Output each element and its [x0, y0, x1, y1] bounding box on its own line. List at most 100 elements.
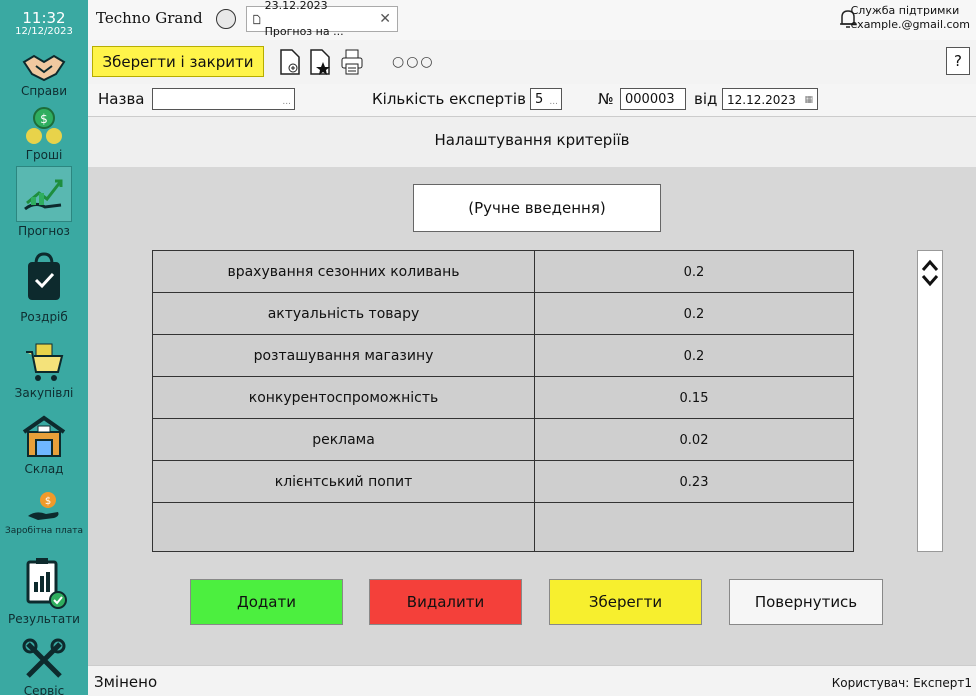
tools-icon	[22, 638, 66, 678]
status-bar: Змінено Користувач: Експерт1	[88, 665, 976, 696]
sidebar-item-purchases[interactable]: Закупівлі	[0, 340, 88, 400]
criteria-table: врахування сезонних коливань 0.2 актуаль…	[152, 250, 854, 552]
money-icon: $	[26, 107, 62, 144]
sidebar-item-warehouse[interactable]: Склад	[0, 412, 88, 476]
document-header-form: Назва ... Кількість експертів 5 ... № 00…	[88, 84, 976, 117]
sidebar-item-label: Прогноз	[18, 224, 70, 238]
criterion-weight-cell[interactable]	[535, 503, 853, 551]
sidebar: 11:32 12/12/2023 Справи $ Гроші Прогноз …	[0, 0, 88, 695]
sidebar-item-results[interactable]: Результати	[0, 556, 88, 626]
sidebar-item-money[interactable]: $ Гроші	[0, 106, 88, 162]
status-text: Змінено	[94, 673, 158, 691]
sidebar-item-salary[interactable]: $ Заробітна плата	[0, 490, 88, 536]
sidebar-item-label: Склад	[24, 462, 64, 476]
name-field[interactable]: ...	[152, 88, 295, 110]
svg-text:$: $	[45, 496, 51, 507]
experts-count-field[interactable]: 5 ...	[530, 88, 562, 110]
document-icon	[253, 14, 261, 24]
active-indicator	[16, 166, 72, 222]
close-icon[interactable]: ✕	[379, 6, 391, 32]
sidebar-item-service[interactable]: Сервіс	[0, 636, 88, 695]
chevron-up-icon[interactable]	[920, 257, 940, 273]
criterion-name-cell[interactable]: реклама	[153, 419, 535, 461]
add-button[interactable]: Додати	[190, 579, 343, 625]
chevron-down-icon[interactable]	[920, 273, 940, 289]
more-options-icon[interactable]: ○○○	[392, 54, 435, 70]
document-tab[interactable]: 23.12.2023 Прогноз на ... ✕	[246, 0, 398, 38]
support-title: Служба підтримки	[850, 4, 960, 17]
monitor-icon	[216, 9, 236, 29]
svg-text:$: $	[40, 112, 48, 126]
criterion-name-cell[interactable]: конкурентоспроможність	[153, 377, 535, 419]
clock-time: 11:32	[22, 9, 66, 27]
date-from-label: від	[694, 90, 718, 108]
criterion-weight-cell[interactable]: 0.02	[535, 419, 853, 461]
sidebar-item-label: Справи	[20, 84, 68, 98]
cart-icon	[26, 343, 64, 381]
support-email: example.@gmail.com	[850, 18, 970, 31]
warehouse-icon	[22, 415, 66, 457]
clock: 11:32 12/12/2023	[0, 10, 88, 38]
salary-icon: $	[28, 492, 59, 520]
sidebar-item-label: Гроші	[25, 148, 63, 162]
section-title: Налаштування критеріїв	[434, 131, 630, 149]
criterion-name-cell[interactable]: розташування магазину	[153, 335, 535, 377]
support-info[interactable]: Служба підтримки example.@gmail.com	[851, 4, 970, 32]
delete-button[interactable]: Видалити	[369, 579, 522, 625]
sidebar-item-forecast[interactable]: Прогноз	[0, 166, 88, 238]
save-and-close-button[interactable]: Зберегти і закрити	[92, 46, 264, 77]
name-label: Назва	[98, 90, 145, 108]
number-label: №	[598, 90, 614, 108]
forecast-icon	[24, 179, 63, 211]
date-field[interactable]: 12.12.2023 ▦	[722, 88, 818, 110]
calendar-icon[interactable]: ▦	[804, 89, 813, 111]
table-scrollbar[interactable]	[917, 250, 943, 552]
table-row[interactable]: конкурентоспроможність 0.15	[153, 377, 853, 419]
ellipsis-icon: ...	[282, 97, 291, 107]
help-button[interactable]: ?	[946, 47, 970, 75]
table-row[interactable]: клієнтський попит 0.23	[153, 461, 853, 503]
criterion-weight-cell[interactable]: 0.2	[535, 335, 853, 377]
main-panel: (Ручне введення) врахування сезонних кол…	[88, 167, 976, 665]
back-button[interactable]: Повернутись	[729, 579, 883, 625]
table-row-empty[interactable]	[153, 503, 853, 551]
criterion-weight-cell[interactable]: 0.23	[535, 461, 853, 503]
table-row[interactable]: врахування сезонних коливань 0.2	[153, 251, 853, 293]
criterion-name-cell[interactable]: актуальність товару	[153, 293, 535, 335]
sidebar-item-label: Результати	[8, 612, 80, 626]
sidebar-item-label: Сервіс	[23, 684, 65, 695]
table-row[interactable]: розташування магазину 0.2	[153, 335, 853, 377]
input-mode-indicator[interactable]: (Ручне введення)	[413, 184, 661, 232]
date-value: 12.12.2023	[727, 93, 796, 107]
sidebar-item-label: Заробітна плата	[5, 526, 83, 536]
criterion-name-cell[interactable]	[153, 503, 535, 551]
criterion-name-cell[interactable]: клієнтський попит	[153, 461, 535, 503]
current-user: Користувач: Експерт1	[831, 676, 972, 690]
toolbar: Зберегти і закрити ○○○ ?	[88, 40, 976, 85]
experts-count-value: 5	[535, 92, 544, 107]
criterion-weight-cell[interactable]: 0.2	[535, 251, 853, 293]
brand-name: Techno Grand	[96, 9, 203, 27]
new-document-icon[interactable]	[278, 48, 302, 76]
table-row[interactable]: реклама 0.02	[153, 419, 853, 461]
number-field[interactable]: 000003	[620, 88, 686, 110]
sidebar-item-retail[interactable]: Роздріб	[0, 250, 88, 324]
experts-count-label: Кількість експертів	[372, 90, 526, 108]
scroll-arrows	[918, 251, 942, 295]
document-tab-label: 23.12.2023 Прогноз на ...	[264, 0, 344, 38]
table-row[interactable]: актуальність товару 0.2	[153, 293, 853, 335]
sidebar-item-label: Закупівлі	[14, 386, 74, 400]
save-button[interactable]: Зберегти	[549, 579, 702, 625]
criterion-weight-cell[interactable]: 0.2	[535, 293, 853, 335]
handshake-icon	[22, 54, 66, 82]
report-icon	[26, 558, 67, 609]
sidebar-item-affairs[interactable]: Справи	[0, 52, 88, 98]
print-icon[interactable]	[340, 48, 364, 76]
top-bar: Techno Grand 23.12.2023 Прогноз на ... ✕…	[88, 0, 976, 41]
sidebar-item-label: Роздріб	[20, 310, 68, 324]
criterion-weight-cell[interactable]: 0.15	[535, 377, 853, 419]
favorite-document-icon[interactable]	[308, 48, 332, 76]
criterion-name-cell[interactable]: врахування сезонних коливань	[153, 251, 535, 293]
section-header: Налаштування критеріїв	[88, 117, 976, 168]
shopping-bag-icon	[28, 252, 60, 300]
